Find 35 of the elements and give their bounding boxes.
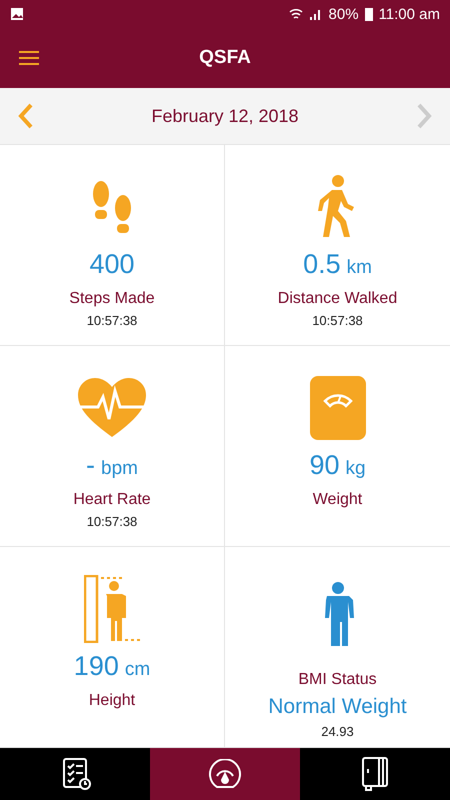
app-title: QSFA xyxy=(199,47,251,69)
timestamp: 10:57:38 xyxy=(86,514,138,529)
timestamp: 10:57:38 xyxy=(312,313,363,328)
nav-tab[interactable] xyxy=(300,748,450,800)
menu-icon xyxy=(19,51,39,65)
signal-icon xyxy=(308,7,323,21)
metric-label: BMI Status xyxy=(298,671,377,689)
battery-level: 80% xyxy=(328,6,359,22)
image-icon xyxy=(10,7,24,21)
nav-tab[interactable] xyxy=(150,748,300,800)
metric-value: - bpm xyxy=(86,450,138,481)
wifi-icon xyxy=(288,7,303,21)
metric-label: Weight xyxy=(312,491,362,509)
nav-tab[interactable] xyxy=(0,748,150,800)
height-measure-icon xyxy=(84,575,140,643)
metric-value: Normal Weight xyxy=(268,695,407,719)
timestamp: 10:57:38 xyxy=(86,313,138,328)
battery-icon xyxy=(364,7,373,21)
metric-label: Heart Rate xyxy=(73,491,151,509)
bmi-value: 24.93 xyxy=(321,724,354,739)
metric-value: 400 xyxy=(89,249,135,280)
metric-value: 0.5 km xyxy=(303,249,372,280)
notebook-icon xyxy=(360,757,390,791)
current-date: February 12, 2018 xyxy=(151,106,299,126)
metric-value: 90 kg xyxy=(309,450,366,481)
chevron-left-icon xyxy=(18,103,34,129)
metric-label: Height xyxy=(88,692,136,710)
scale-icon xyxy=(308,375,366,441)
chevron-right-icon xyxy=(416,103,432,129)
heart-pulse-icon xyxy=(76,377,148,439)
clock-time: 11:00 am xyxy=(378,6,440,22)
metric-value: 190 cm xyxy=(74,651,150,682)
metric-label: Steps Made xyxy=(69,290,155,308)
gauge-icon xyxy=(208,759,242,789)
metric-label: Distance Walked xyxy=(278,290,398,308)
